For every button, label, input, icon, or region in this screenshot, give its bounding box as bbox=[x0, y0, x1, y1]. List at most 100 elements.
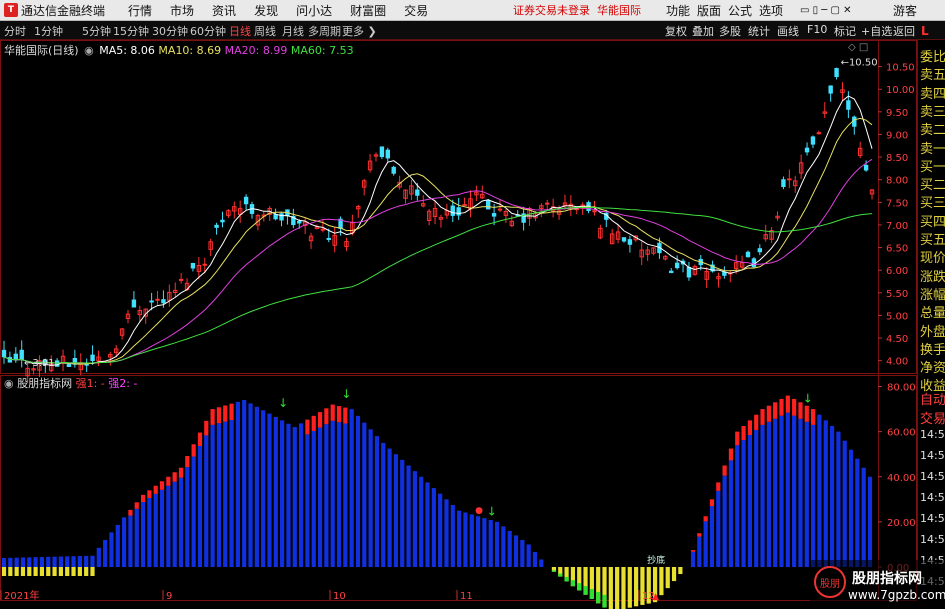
candle-body[interactable] bbox=[757, 248, 763, 253]
indicator-bars[interactable] bbox=[1, 395, 873, 609]
menu-caifuquan[interactable]: 财富圈 bbox=[350, 2, 386, 19]
candle-body[interactable] bbox=[1, 349, 7, 358]
quote-side-item[interactable]: 涨跌 bbox=[920, 266, 945, 285]
quote-side-item[interactable]: 涨幅 bbox=[920, 284, 945, 303]
candle-body[interactable] bbox=[273, 214, 278, 220]
quote-side-item[interactable]: 净资 bbox=[920, 357, 945, 376]
candle-body[interactable] bbox=[320, 228, 326, 231]
candle-body[interactable] bbox=[497, 208, 503, 211]
candle-body[interactable] bbox=[810, 136, 816, 145]
stock-title[interactable]: 华能国际(日线) bbox=[4, 44, 79, 57]
chart-area[interactable]: 10.50 10.00 9.50 9.00 8.50 8.00 7.50 7.00 6.50 6.… bbox=[0, 40, 917, 609]
menu-gongneng[interactable]: 功能 bbox=[666, 2, 690, 19]
quote-side-item[interactable]: 卖二 bbox=[920, 119, 945, 138]
quote-side-item[interactable]: 买四 bbox=[920, 211, 945, 230]
period-more[interactable]: 更多 ❯ bbox=[342, 23, 377, 39]
candle-body[interactable] bbox=[745, 251, 751, 258]
quote-side-item[interactable]: 卖五 bbox=[920, 64, 945, 83]
menu-xuanxiang[interactable]: 选项 bbox=[759, 2, 783, 19]
period-60min[interactable]: 60分钟 bbox=[190, 23, 226, 39]
menu-wenxiaoda[interactable]: 问小达 bbox=[296, 2, 332, 19]
quote-side-item[interactable]: 委比 bbox=[920, 46, 945, 65]
candle-body[interactable] bbox=[834, 68, 839, 77]
menu-shichang[interactable]: 市场 bbox=[170, 2, 194, 19]
quote-side-item[interactable]: 外盘 bbox=[920, 321, 945, 340]
candle-body[interactable] bbox=[450, 205, 455, 216]
indicator-settings-icon[interactable]: ◉ bbox=[4, 377, 14, 390]
candle-body[interactable] bbox=[491, 213, 497, 217]
tool-duogu[interactable]: 多股 bbox=[719, 23, 741, 39]
quote-side-item[interactable]: 卖三 bbox=[920, 101, 945, 120]
menu-banmian[interactable]: 版面 bbox=[697, 2, 721, 19]
candle-body[interactable] bbox=[621, 237, 627, 242]
candle-body[interactable] bbox=[816, 132, 822, 135]
quote-side-item[interactable]: 买二 bbox=[920, 174, 945, 193]
chart-control-icons[interactable]: ◇ □ bbox=[848, 42, 868, 53]
window-controls-icon[interactable]: ▭ ▯ ─ ▢ ✕ bbox=[800, 5, 852, 16]
period-multi[interactable]: 多周期 bbox=[308, 23, 341, 39]
candle-body[interactable] bbox=[627, 239, 633, 245]
candle-body[interactable] bbox=[19, 349, 24, 360]
login-notice[interactable]: 证券交易未登录 华能国际 bbox=[513, 2, 641, 18]
candle-body[interactable] bbox=[686, 266, 692, 278]
candle-body[interactable] bbox=[13, 353, 19, 361]
quote-side-item[interactable]: 买一 bbox=[920, 156, 945, 175]
quote-side-item[interactable]: 换手 bbox=[920, 339, 945, 358]
period-daily[interactable]: 日线 bbox=[229, 23, 251, 39]
candle-body[interactable] bbox=[787, 178, 792, 181]
candle-body[interactable] bbox=[863, 164, 869, 171]
candle-body[interactable] bbox=[456, 207, 461, 216]
tool-tongji[interactable]: 统计 bbox=[748, 23, 770, 39]
candle-body[interactable] bbox=[391, 166, 396, 174]
candle-body[interactable] bbox=[326, 237, 331, 240]
period-30min[interactable]: 30分钟 bbox=[152, 23, 188, 39]
quote-side-item[interactable]: 总量 bbox=[920, 302, 945, 321]
tool-zixuan[interactable]: +自选 bbox=[861, 23, 892, 39]
quote-side-item[interactable]: 卖一 bbox=[920, 138, 945, 157]
tool-f10[interactable]: F10 bbox=[807, 23, 827, 36]
ma-settings-icon[interactable]: ◉ bbox=[84, 44, 94, 57]
menu-jiaoyi[interactable]: 交易 bbox=[404, 2, 428, 19]
candle-body[interactable] bbox=[243, 196, 249, 205]
quote-side-item[interactable]: 卖四 bbox=[920, 83, 945, 102]
candle-body[interactable] bbox=[751, 258, 757, 268]
candle-body[interactable] bbox=[54, 360, 60, 367]
menu-gongshi[interactable]: 公式 bbox=[728, 2, 752, 19]
candle-body[interactable] bbox=[202, 263, 207, 266]
candle-body[interactable] bbox=[828, 85, 833, 94]
quote-side-item[interactable]: 现价 bbox=[920, 247, 945, 266]
tool-fanhui[interactable]: 返回 bbox=[893, 23, 915, 39]
quote-side-item[interactable]: 交易 bbox=[920, 408, 945, 427]
candle-body[interactable] bbox=[669, 270, 674, 274]
candle-body[interactable] bbox=[781, 179, 786, 188]
candlestick-series[interactable] bbox=[1, 67, 875, 384]
indicator-title[interactable]: 股朋指标网 bbox=[17, 377, 72, 390]
candle-body[interactable] bbox=[592, 210, 597, 213]
period-fenshi[interactable]: 分时 bbox=[4, 23, 26, 39]
candle-body[interactable] bbox=[415, 189, 420, 196]
candle-body[interactable] bbox=[385, 149, 391, 159]
menu-faxian[interactable]: 发现 bbox=[254, 2, 278, 19]
candle-body[interactable] bbox=[161, 299, 166, 304]
tool-diejia[interactable]: 叠加 bbox=[692, 23, 714, 39]
period-5min[interactable]: 5分钟 bbox=[82, 23, 111, 39]
candle-body[interactable] bbox=[545, 202, 550, 205]
candle-body[interactable] bbox=[149, 300, 154, 303]
period-15min[interactable]: 15分钟 bbox=[113, 23, 149, 39]
quote-side-panel[interactable]: 委比 卖五 卖四 卖三 卖二 卖一 买一 买二 买三 买四 买五 现价 涨跌 涨幅 总量 外盘 换手 净资 收益 自动… bbox=[917, 40, 945, 588]
candle-body[interactable] bbox=[379, 146, 385, 158]
tool-biaoji[interactable]: 标记 bbox=[834, 23, 856, 39]
period-weekly[interactable]: 周线 bbox=[254, 23, 276, 39]
guest-label[interactable]: 游客 bbox=[893, 2, 917, 19]
candle-body[interactable] bbox=[462, 204, 467, 207]
candle-body[interactable] bbox=[297, 220, 302, 224]
candle-body[interactable] bbox=[90, 354, 95, 361]
candle-body[interactable] bbox=[190, 262, 196, 269]
candle-body[interactable] bbox=[674, 262, 680, 269]
candle-body[interactable] bbox=[804, 147, 810, 153]
candle-body[interactable] bbox=[485, 200, 491, 210]
tool-fuquan[interactable]: 复权 bbox=[665, 23, 687, 39]
period-monthly[interactable]: 月线 bbox=[282, 23, 304, 39]
menu-zixun[interactable]: 资讯 bbox=[212, 2, 236, 19]
candle-body[interactable] bbox=[155, 298, 160, 301]
